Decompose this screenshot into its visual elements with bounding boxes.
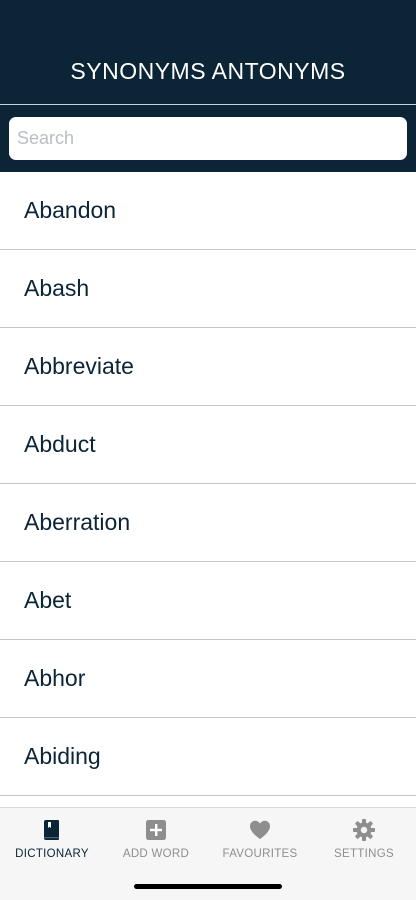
search-bar — [0, 105, 416, 172]
heart-icon — [250, 820, 270, 839]
tab-add-word[interactable]: ADD WORD — [104, 808, 208, 870]
app-title: SYNONYMS ANTONYMS — [70, 58, 346, 84]
gear-icon — [353, 819, 375, 841]
list-item[interactable]: Abduct — [0, 406, 416, 484]
list-item[interactable]: Abhor — [0, 640, 416, 718]
search-input[interactable] — [9, 117, 407, 160]
tab-label: DICTIONARY — [15, 848, 89, 860]
tab-settings[interactable]: SETTINGS — [312, 808, 416, 870]
word-label: Aberration — [24, 509, 131, 535]
app-screen: SYNONYMS ANTONYMS Abandon Abash Abbrevia… — [0, 0, 416, 900]
tab-label: SETTINGS — [334, 848, 394, 860]
tab-dictionary[interactable]: DICTIONARY — [0, 808, 104, 870]
list-item[interactable]: Abbreviate — [0, 328, 416, 406]
tab-label: FAVOURITES — [222, 848, 298, 860]
tab-favourites[interactable]: FAVOURITES — [208, 808, 312, 870]
word-label: Abet — [24, 587, 72, 613]
list-item[interactable]: Abash — [0, 250, 416, 328]
add-square-icon — [146, 820, 166, 840]
word-list: Abandon Abash Abbreviate Abduct Aberrati… — [0, 172, 416, 808]
home-indicator — [134, 884, 282, 889]
word-label: Abhor — [24, 665, 86, 691]
tab-label: ADD WORD — [122, 848, 190, 860]
list-item[interactable]: Abiding — [0, 718, 416, 796]
book-icon — [44, 820, 59, 840]
word-label: Abiding — [24, 743, 101, 769]
app-header: SYNONYMS ANTONYMS — [0, 0, 416, 104]
list-item[interactable]: Abet — [0, 562, 416, 640]
list-item[interactable]: Aberration — [0, 484, 416, 562]
word-label: Abash — [24, 275, 90, 301]
word-label: Abduct — [24, 431, 96, 457]
word-label: Abandon — [24, 197, 117, 223]
word-label: Abbreviate — [24, 353, 134, 379]
list-item[interactable]: Abandon — [0, 172, 416, 250]
